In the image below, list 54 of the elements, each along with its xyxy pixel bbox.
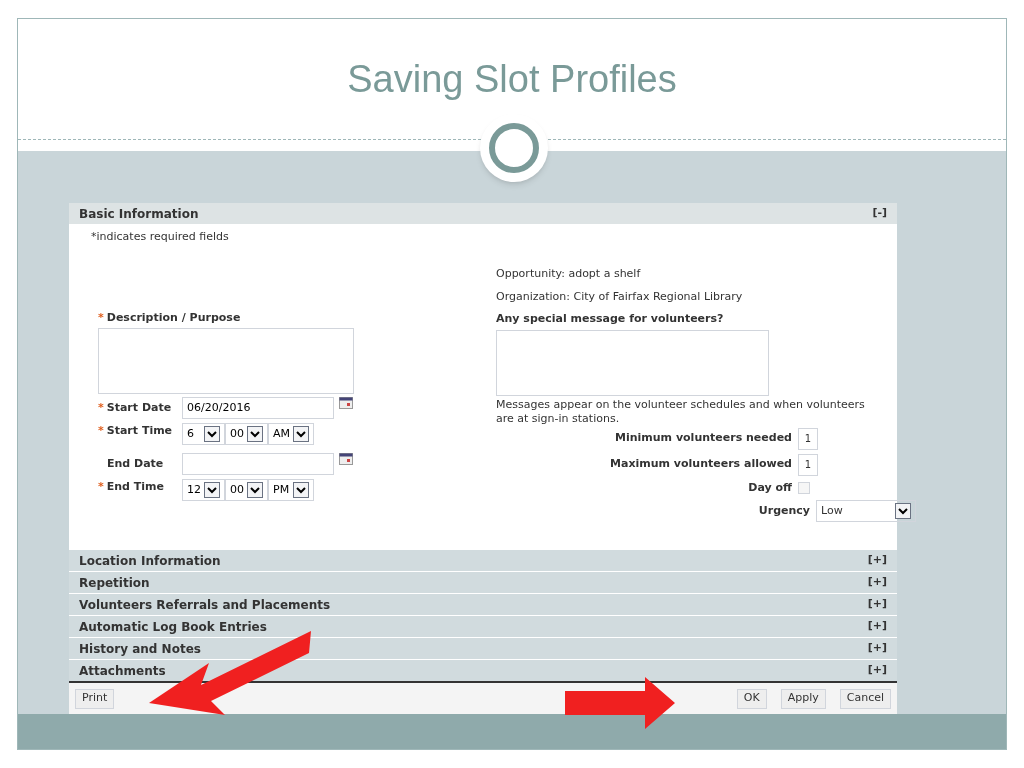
required-asterisk: * [98,399,104,416]
time-select[interactable]: 12 [182,479,225,501]
message-field[interactable] [496,329,769,396]
day-off-checkbox[interactable] [798,481,810,494]
section-header[interactable]: Automatic Log Book Entries [+] [69,616,897,637]
time-select[interactable]: 00 [225,423,268,445]
section-header[interactable]: Location Information [+] [69,550,897,571]
dialog-button[interactable]: Apply [780,688,826,709]
max-volunteers-field[interactable]: 1 [798,453,818,476]
field-label: End Date [107,455,164,472]
organization-text: Organization: City of Fairfax Regional Library [496,288,744,305]
field-label: Description / Purpose [106,309,241,326]
dropdown-caret-icon[interactable] [293,482,309,498]
field-label: Minimum volunteers needed [615,430,792,447]
message-help-text: Messages appear on the volunteer schedules and when volunteers are at sign-in stations. [496,397,866,426]
section-header[interactable]: Attachments [+] [69,660,897,681]
dropdown-caret-icon[interactable] [247,426,263,442]
slide-title: Saving Slot Profiles [347,56,677,102]
time-select[interactable]: 6 [182,423,225,445]
time-select[interactable]: 00 [225,479,268,501]
opportunity-text: Opportunity: adopt a shelf [496,266,642,282]
message-label: Any special message for volunteers? [496,311,725,327]
field-label: End Time [106,479,164,495]
dropdown-caret-icon[interactable] [293,426,309,442]
field-label: Start Date [106,399,172,416]
section-header[interactable]: Repetition [+] [69,572,897,593]
calendar-icon[interactable] [339,453,353,465]
dialog-button[interactable]: Print [75,688,115,709]
field-label: Maximum volunteers allowed [610,456,792,473]
required-note: *indicates required fields [91,229,230,245]
dropdown-caret-icon[interactable] [247,482,263,498]
section-header[interactable]: Basic Information [-] [69,203,897,224]
description-field[interactable] [98,328,354,394]
time-select[interactable]: PM [268,479,314,501]
required-asterisk: * [98,423,104,439]
required-asterisk: * [98,479,104,495]
required-asterisk: * [98,309,104,326]
dialog-button[interactable]: OK [736,688,767,709]
urgency-select[interactable]: Low [816,500,916,522]
dropdown-caret-icon[interactable] [895,503,911,519]
min-volunteers-field[interactable]: 1 [798,427,818,450]
end-date-field[interactable] [182,453,334,475]
dialog-button[interactable]: Cancel [839,688,891,709]
field-label: Start Time [106,423,173,439]
field-label: Day off [748,479,792,496]
calendar-icon[interactable] [339,397,353,409]
dropdown-caret-icon[interactable] [204,426,220,442]
circle-ornament [480,114,548,182]
section-header[interactable]: History and Notes [+] [69,638,897,659]
section-header[interactable]: Volunteers Referrals and Placements [+] [69,594,897,615]
dropdown-caret-icon[interactable] [204,482,220,498]
start-date-field[interactable]: 06/20/2016 [182,397,334,419]
field-label: Urgency [758,502,810,519]
time-select[interactable]: AM [268,423,314,445]
